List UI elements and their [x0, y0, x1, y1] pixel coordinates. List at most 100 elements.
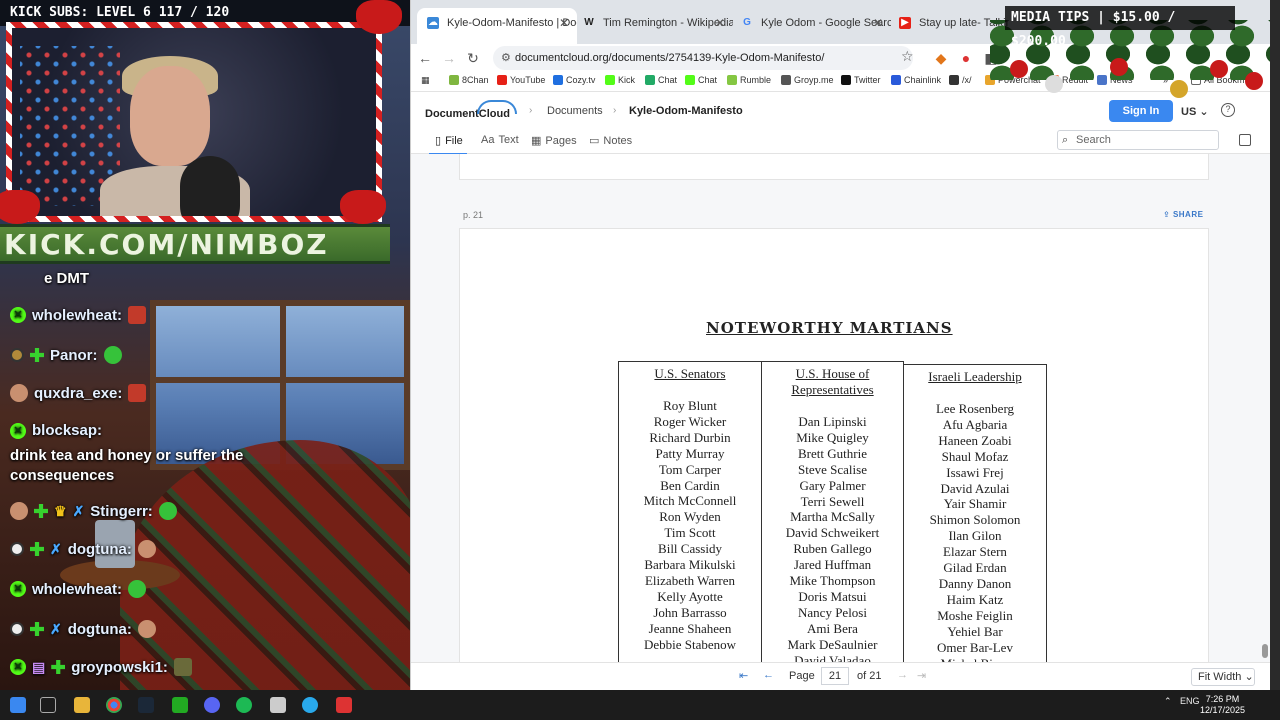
- ornament-icon: [1170, 80, 1188, 98]
- tab-file[interactable]: ▯ File: [429, 134, 467, 155]
- badge-icon: [10, 348, 24, 362]
- first-page-icon[interactable]: ⇤: [739, 669, 748, 682]
- microphone-icon: [180, 156, 240, 218]
- file-explorer-icon[interactable]: [74, 697, 90, 713]
- chrome-icon[interactable]: [106, 697, 122, 713]
- sub-badge-icon: [51, 660, 66, 674]
- bookmark-rumble[interactable]: Rumble: [727, 75, 771, 85]
- sword-badge-icon: ✗: [72, 502, 85, 519]
- close-tab-icon[interactable]: ✕: [559, 8, 569, 38]
- table-cell-name: Bill Cassidy: [658, 541, 722, 557]
- table-cell-name: Danny Danon: [938, 575, 1012, 591]
- browser-tab-wikipedia[interactable]: W Tim Remington - Wikipedia ✕: [573, 8, 733, 44]
- next-page-icon[interactable]: →: [897, 669, 908, 681]
- scrollbar-thumb[interactable]: [1262, 644, 1268, 658]
- apps-grid-icon[interactable]: ▦: [421, 75, 430, 86]
- task-view-icon[interactable]: [40, 697, 56, 713]
- steam-icon[interactable]: [138, 697, 154, 713]
- app-icon[interactable]: [172, 697, 188, 713]
- close-tab-icon[interactable]: ✕: [873, 8, 883, 38]
- wikipedia-favicon-icon: W: [584, 17, 594, 28]
- chat-username: Panor:: [50, 346, 98, 364]
- close-tab-icon[interactable]: ✕: [715, 8, 725, 38]
- windows-taskbar: ⌃ ENG 7:26 PM 12/17/2025: [0, 690, 1280, 720]
- documentcloud-favicon-icon: ☁: [427, 17, 439, 29]
- extension-icon[interactable]: ●: [956, 48, 976, 68]
- metamask-extension-icon[interactable]: ◆: [931, 48, 951, 68]
- bookmark-cozytv[interactable]: Cozy.tv: [553, 75, 595, 85]
- table-cell-name: Mitch McConnell: [643, 493, 737, 509]
- table-cell-name: Mark DeSaulnier: [787, 636, 878, 652]
- breadcrumb-documents[interactable]: Documents: [547, 105, 603, 117]
- chat-text: drink tea and honey or suffer the conseq…: [10, 447, 244, 484]
- share-icon: ⇪: [1163, 210, 1173, 219]
- bookmark-youtube[interactable]: YouTube: [497, 75, 545, 85]
- bookmark-chat-2[interactable]: Chat: [685, 75, 717, 85]
- ribbon-bow-icon: [0, 190, 40, 224]
- zoom-select[interactable]: Fit Width ⌄: [1191, 668, 1255, 686]
- bookmark-chat[interactable]: Chat: [645, 75, 677, 85]
- share-button[interactable]: ⇪ SHARE: [1163, 210, 1203, 219]
- sidebar-toggle-icon[interactable]: [1239, 134, 1251, 146]
- forward-arrow-icon[interactable]: →: [439, 48, 459, 68]
- table-column: U.S. Senators Roy Blunt Roger Wicker Richa…: [619, 361, 762, 662]
- gift-badge-icon: ▤: [32, 658, 46, 675]
- table-cell-name: David Schweikert: [785, 525, 880, 541]
- bookmark-chainlink[interactable]: Chainlink: [891, 75, 941, 85]
- emote-icon: [173, 658, 192, 676]
- app-icon[interactable]: [336, 697, 352, 713]
- spotify-icon[interactable]: [236, 697, 252, 713]
- previous-page-icon[interactable]: ←: [763, 669, 774, 681]
- emote-icon: [128, 580, 147, 598]
- page-title: NOTEWORTHY MARTIANS: [706, 319, 953, 337]
- emote-icon: [103, 346, 122, 364]
- bookmark-x[interactable]: /x/: [949, 75, 972, 85]
- table-cell-name: Kelly Ayotte: [657, 588, 723, 604]
- table-cell-name: John Barrasso: [653, 604, 727, 620]
- document-search-input[interactable]: ⌕ Search: [1057, 130, 1219, 150]
- bookmark-twitter[interactable]: Twitter: [841, 75, 881, 85]
- chat-message: drink tea and honey or suffer the conseq…: [10, 446, 270, 486]
- discord-icon[interactable]: [204, 697, 220, 713]
- tab-text[interactable]: Aa Text: [481, 134, 519, 146]
- soccer-badge-icon: [10, 622, 24, 636]
- browser-tab-documentcloud[interactable]: ☁ Kyle-Odom-Manifesto | Docum ✕: [417, 8, 577, 44]
- site-info-icon[interactable]: ⚙: [501, 46, 511, 70]
- app-icon[interactable]: [270, 697, 286, 713]
- last-page-icon[interactable]: ⇥: [917, 669, 926, 682]
- stream-overlay: KICK SUBS: LEVEL 6 117 / 120 KICK.COM/NI…: [0, 0, 410, 690]
- reload-icon[interactable]: ↻: [463, 48, 483, 68]
- name-list: Lee Rosenberg Afu Agbaria Haneen Zoabi Shau…: [904, 401, 1046, 662]
- kick-badge-icon: ✕: [10, 422, 26, 439]
- tab-notes[interactable]: ▭ Notes: [589, 134, 632, 148]
- telegram-icon[interactable]: [302, 697, 318, 713]
- browser-tab-google[interactable]: G Kyle Odom - Google Search ✕: [731, 8, 891, 44]
- table-cell-name: Jared Huffman: [793, 557, 872, 573]
- google-favicon-icon: G: [743, 17, 751, 28]
- bookmark-kick[interactable]: Kick: [605, 75, 635, 85]
- chat-username: wholewheat:: [32, 580, 123, 598]
- language-indicator[interactable]: ENG: [1180, 696, 1200, 706]
- tray-chevron-icon[interactable]: ⌃: [1164, 696, 1172, 707]
- page-number-input[interactable]: 21: [821, 667, 849, 685]
- document-viewer[interactable]: p. 21 ⇪ SHARE NOTEWORTHY MARTIANS U.S. S…: [411, 154, 1270, 662]
- vertical-scrollbar[interactable]: [1261, 154, 1269, 662]
- taskbar-clock[interactable]: 7:26 PM 12/17/2025: [1200, 694, 1245, 716]
- chat-message: ✕ wholewheat:: [10, 580, 147, 598]
- bookmark-star-icon[interactable]: ☆: [901, 48, 914, 65]
- emote-icon: [137, 620, 156, 638]
- table-cell-name: Yair Shamir: [943, 496, 1007, 512]
- back-arrow-icon[interactable]: ←: [415, 48, 435, 68]
- chat-message: e DMT: [44, 270, 89, 287]
- bookmark-8chan[interactable]: 8Chan: [449, 75, 489, 85]
- bookmark-groypme[interactable]: Groyp.me: [781, 75, 834, 85]
- windows-start-icon[interactable]: [10, 697, 26, 713]
- table-cell-name: Elizabeth Warren: [644, 572, 736, 588]
- table-cell-name: Afu Agbaria: [942, 416, 1008, 432]
- emote-icon: [128, 306, 147, 324]
- table-cell-name: Brett Guthrie: [798, 445, 867, 461]
- tab-pages[interactable]: ▦ Pages: [531, 134, 577, 148]
- page-label: Page: [789, 670, 815, 682]
- page-navigation-bar: ⇤ ← Page 21 of 21 → ⇥ Fit Width ⌄: [411, 662, 1270, 690]
- address-bar[interactable]: ⚙ documentcloud.org/documents/2754139-Ky…: [493, 46, 913, 70]
